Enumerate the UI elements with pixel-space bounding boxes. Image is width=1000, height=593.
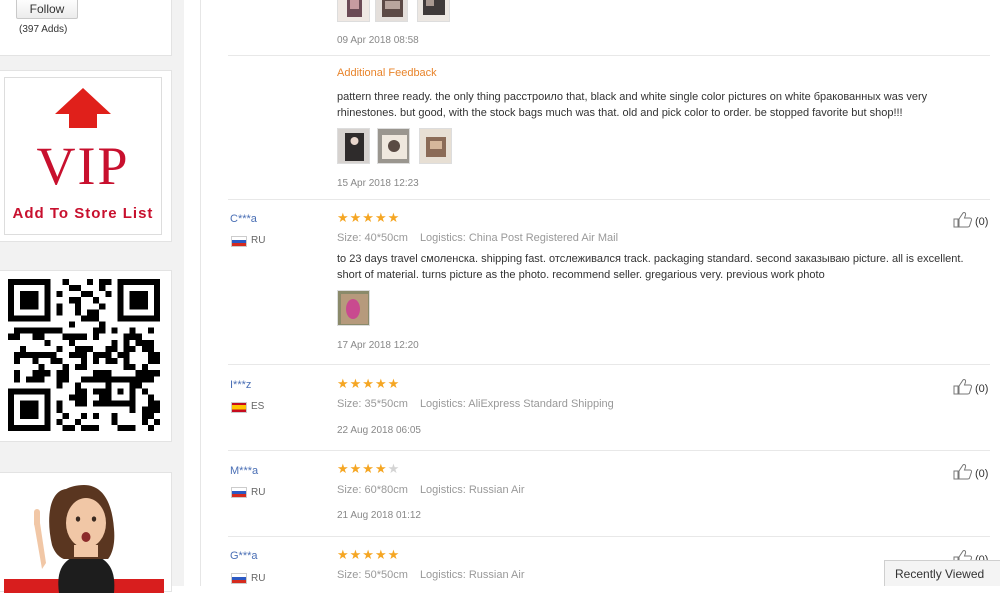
rating-stars: ★★★★★ <box>337 461 401 476</box>
helpful-like[interactable]: (0) <box>953 378 988 395</box>
review-photo[interactable] <box>337 290 370 326</box>
review-photo[interactable] <box>419 128 452 164</box>
rating-stars: ★★★★★ <box>337 547 401 562</box>
qr-panel <box>0 270 172 442</box>
order-info: Size: 40*50cm Logistics: China Post Regis… <box>337 232 618 244</box>
reviewer-name: G***a <box>230 550 258 562</box>
review-text: to 23 days travel смоленска. shipping fa… <box>337 253 964 281</box>
adds-count: (397 Adds) <box>19 24 68 35</box>
reviews-list: 09 Apr 2018 08:58 Additional Feedback pa… <box>200 0 1000 586</box>
vip-caption: Add To Store List <box>12 205 154 222</box>
item-size: Size: 40*50cm <box>337 232 408 244</box>
sidebar: Follow (397 Adds) VIP Add To Store List <box>0 0 184 593</box>
vip-title: VIP <box>36 136 130 196</box>
woman-pointing-illustration <box>4 485 164 593</box>
like-count: (0) <box>975 468 989 480</box>
reviewer-country: ES <box>251 401 265 412</box>
recently-viewed-tab[interactable]: Recently Viewed <box>884 560 1000 586</box>
thumbs-up-icon <box>953 464 973 480</box>
review-date: 09 Apr 2018 08:58 <box>337 35 419 46</box>
thumbs-up-icon <box>953 212 973 228</box>
flag-ru-icon <box>231 236 247 247</box>
reviewer-country: RU <box>251 487 266 498</box>
flag-ru-icon <box>231 487 247 498</box>
review-photo[interactable] <box>375 0 408 22</box>
vip-panel: VIP Add To Store List <box>0 70 172 242</box>
review-date: 15 Apr 2018 12:23 <box>337 178 419 189</box>
like-count: (0) <box>975 383 989 395</box>
review-date: 22 Aug 2018 06:05 <box>337 425 421 436</box>
order-info: Size: 50*50cm Logistics: Russian Air <box>337 569 524 581</box>
reviewer-country: RU <box>251 235 266 246</box>
review-date: 21 Aug 2018 01:12 <box>337 510 421 521</box>
logistics: Logistics: Russian Air <box>419 484 525 496</box>
helpful-like[interactable]: (0) <box>953 463 988 480</box>
promo-panel <box>0 472 172 593</box>
review-photo[interactable] <box>417 0 450 22</box>
review-photo[interactable] <box>377 128 410 164</box>
divider <box>228 450 990 451</box>
logistics: Logistics: Russian Air <box>419 569 525 581</box>
follow-button[interactable]: Follow <box>16 0 78 19</box>
divider <box>228 199 990 200</box>
like-count: (0) <box>975 216 989 228</box>
reviewer-name: C***a <box>230 213 257 225</box>
divider <box>228 536 990 537</box>
reviewer-name: I***z <box>230 379 252 391</box>
store-follow-panel: Follow (397 Adds) <box>0 0 172 56</box>
flag-es-icon <box>231 402 247 413</box>
vip-add-to-store-banner[interactable]: VIP Add To Store List <box>4 77 162 235</box>
review-date: 17 Apr 2018 12:20 <box>337 340 419 351</box>
review-photo[interactable] <box>337 0 370 22</box>
reviewer-name: M***a <box>230 465 259 477</box>
divider <box>228 55 990 56</box>
rating-stars: ★★★★★ <box>337 210 401 225</box>
item-size: Size: 60*80cm <box>337 484 408 496</box>
flag-ru-icon <box>231 573 247 584</box>
qr-code-image <box>4 277 162 435</box>
review-photo[interactable] <box>337 128 370 164</box>
rating-stars: ★★★★★ <box>337 376 401 391</box>
thumbs-up-icon <box>953 379 973 395</box>
additional-feedback-label: Additional Feedback <box>337 67 437 79</box>
item-size: Size: 50*50cm <box>337 569 408 581</box>
qr-code-icon <box>8 279 160 431</box>
order-info: Size: 60*80cm Logistics: Russian Air <box>337 484 524 496</box>
item-size: Size: 35*50cm <box>337 398 408 410</box>
reviewer-country: RU <box>251 573 266 584</box>
logistics: Logistics: China Post Registered Air Mai… <box>419 232 619 244</box>
order-info: Size: 35*50cm Logistics: AliExpress Stand… <box>337 398 614 410</box>
logistics: Logistics: AliExpress Standard Shipping <box>419 398 614 410</box>
divider <box>228 364 990 365</box>
additional-feedback-text: pattern three ready. the only thing расс… <box>337 91 928 119</box>
helpful-like[interactable]: (0) <box>953 211 988 228</box>
promo-woman-image[interactable] <box>4 479 164 593</box>
